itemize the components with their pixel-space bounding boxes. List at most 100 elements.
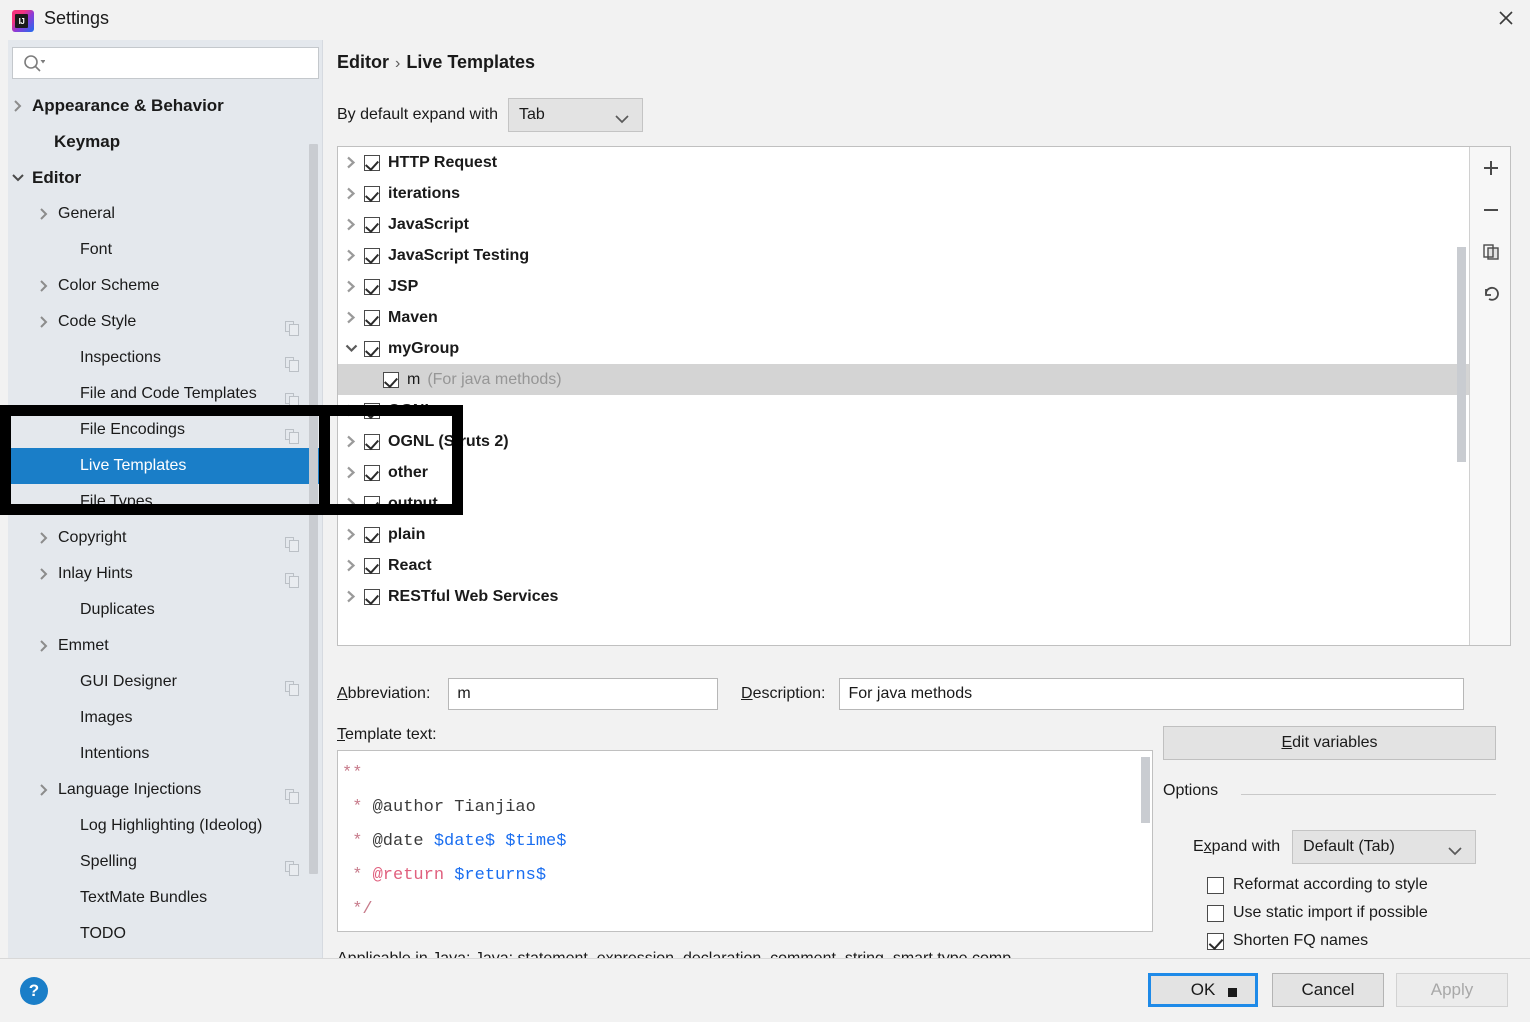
sidebar-item-keymap[interactable]: Keymap: [8, 124, 323, 160]
chevron-right-icon[interactable]: [338, 435, 364, 448]
editor-scrollbar-thumb[interactable]: [1141, 757, 1150, 823]
template-text-editor[interactable]: ** * @author Tianjiao * @date $date$ $ti…: [337, 750, 1153, 932]
sidebar-item-log-highlighting-ideolog[interactable]: Log Highlighting (Ideolog): [8, 808, 323, 844]
sidebar-item-gui-designer[interactable]: GUI Designer: [8, 664, 323, 700]
revert-template-button[interactable]: [1470, 273, 1511, 315]
chevron-down-icon[interactable]: [10, 160, 26, 196]
chevron-right-icon[interactable]: [338, 559, 364, 572]
cancel-button[interactable]: Cancel: [1272, 973, 1384, 1007]
chevron-right-icon[interactable]: [36, 196, 52, 232]
chevron-right-icon[interactable]: [36, 628, 52, 664]
chevron-right-icon[interactable]: [338, 497, 364, 510]
template-checkbox[interactable]: [364, 278, 380, 295]
sidebar-item-file-encodings[interactable]: File Encodings: [8, 412, 323, 448]
chevron-right-icon[interactable]: [338, 404, 364, 417]
sidebar-item-spelling[interactable]: Spelling: [8, 844, 323, 880]
breadcrumb-parent[interactable]: Editor: [337, 52, 389, 72]
help-button[interactable]: ?: [20, 977, 48, 1005]
chevron-right-icon[interactable]: [10, 88, 26, 124]
chevron-right-icon[interactable]: [338, 187, 364, 200]
template-group-row[interactable]: JSP: [338, 271, 1469, 302]
template-checkbox[interactable]: [364, 216, 380, 233]
template-group-row[interactable]: RESTful Web Services: [338, 581, 1469, 612]
template-checkbox[interactable]: [364, 588, 380, 605]
copy-settings-icon[interactable]: [285, 674, 299, 696]
sidebar-item-color-scheme[interactable]: Color Scheme: [8, 268, 323, 304]
template-item-row[interactable]: m (For java methods): [338, 364, 1469, 395]
template-group-row[interactable]: iterations: [338, 178, 1469, 209]
ok-button[interactable]: OK: [1148, 973, 1258, 1007]
sidebar-item-live-templates[interactable]: Live Templates: [8, 448, 323, 484]
sidebar-item-textmate-bundles[interactable]: TextMate Bundles: [8, 880, 323, 916]
template-group-row[interactable]: JavaScript: [338, 209, 1469, 240]
sidebar-item-general[interactable]: General: [8, 196, 323, 232]
template-group-row[interactable]: JavaScript Testing: [338, 240, 1469, 271]
template-checkbox[interactable]: [364, 526, 380, 543]
template-group-row[interactable]: myGroup: [338, 333, 1469, 364]
sidebar-item-code-style[interactable]: Code Style: [8, 304, 323, 340]
sidebar-item-inlay-hints[interactable]: Inlay Hints: [8, 556, 323, 592]
option-checkbox[interactable]: [1207, 904, 1224, 922]
chevron-right-icon[interactable]: [338, 466, 364, 479]
chevron-right-icon[interactable]: [36, 520, 52, 556]
chevron-right-icon[interactable]: [338, 311, 364, 324]
copy-settings-icon[interactable]: [285, 782, 299, 804]
template-checkbox[interactable]: [364, 433, 380, 450]
sidebar-scrollbar-track[interactable]: [309, 88, 320, 958]
copy-settings-icon[interactable]: [285, 530, 299, 552]
chevron-right-icon[interactable]: [338, 249, 364, 262]
sidebar-item-todo[interactable]: TODO: [8, 916, 323, 952]
sidebar-scrollbar-thumb[interactable]: [309, 144, 318, 874]
chevron-right-icon[interactable]: [36, 772, 52, 808]
add-template-button[interactable]: [1470, 147, 1511, 189]
template-checkbox[interactable]: [364, 247, 380, 264]
sidebar-item-copyright[interactable]: Copyright: [8, 520, 323, 556]
chevron-right-icon[interactable]: [36, 556, 52, 592]
option-checkbox-row[interactable]: Shorten FQ names: [1207, 932, 1368, 950]
template-group-row[interactable]: plain: [338, 519, 1469, 550]
sidebar-item-duplicates[interactable]: Duplicates: [8, 592, 323, 628]
sidebar-item-font[interactable]: Font: [8, 232, 323, 268]
copy-settings-icon[interactable]: [285, 854, 299, 876]
description-input[interactable]: [839, 678, 1465, 710]
chevron-right-icon[interactable]: [36, 268, 52, 304]
copy-settings-icon[interactable]: [285, 350, 299, 372]
abbreviation-input[interactable]: [448, 678, 719, 710]
sidebar-item-appearance-behavior[interactable]: Appearance & Behavior: [8, 88, 323, 124]
template-checkbox[interactable]: [364, 340, 380, 357]
template-checkbox[interactable]: [364, 495, 380, 512]
sidebar-item-file-types[interactable]: File Types: [8, 484, 323, 520]
template-group-row[interactable]: HTTP Request: [338, 147, 1469, 178]
template-tree-scrollbar-thumb[interactable]: [1457, 247, 1466, 462]
option-checkbox[interactable]: [1207, 876, 1224, 894]
template-checkbox[interactable]: [364, 154, 380, 171]
template-group-row[interactable]: Maven: [338, 302, 1469, 333]
sidebar-item-file-and-code-templates[interactable]: File and Code Templates: [8, 376, 323, 412]
sidebar-item-editor[interactable]: Editor: [8, 160, 323, 196]
edit-variables-button[interactable]: Edit variables: [1163, 726, 1496, 760]
template-checkbox[interactable]: [364, 557, 380, 574]
copy-settings-icon[interactable]: [285, 314, 299, 336]
template-group-row[interactable]: other: [338, 457, 1469, 488]
close-icon[interactable]: [1482, 0, 1530, 36]
sidebar-item-images[interactable]: Images: [8, 700, 323, 736]
chevron-right-icon[interactable]: [338, 218, 364, 231]
chevron-right-icon[interactable]: [36, 304, 52, 340]
template-checkbox[interactable]: [364, 402, 380, 419]
copy-template-button[interactable]: [1470, 231, 1511, 273]
template-checkbox[interactable]: [364, 185, 380, 202]
remove-template-button[interactable]: [1470, 189, 1511, 231]
template-group-row[interactable]: OGNL: [338, 395, 1469, 426]
template-group-row[interactable]: OGNL (Struts 2): [338, 426, 1469, 457]
expand-with-dropdown[interactable]: Default (Tab): [1292, 830, 1477, 864]
copy-settings-icon[interactable]: [285, 566, 299, 588]
template-checkbox[interactable]: [383, 371, 399, 388]
option-checkbox-row[interactable]: Reformat according to style: [1207, 876, 1428, 894]
copy-settings-icon[interactable]: [285, 386, 299, 408]
sidebar-item-emmet[interactable]: Emmet: [8, 628, 323, 664]
copy-settings-icon[interactable]: [285, 422, 299, 444]
option-checkbox-row[interactable]: Use static import if possible: [1207, 904, 1428, 922]
template-checkbox[interactable]: [364, 464, 380, 481]
default-expand-dropdown[interactable]: Tab: [508, 98, 643, 132]
chevron-down-icon[interactable]: [338, 343, 364, 354]
